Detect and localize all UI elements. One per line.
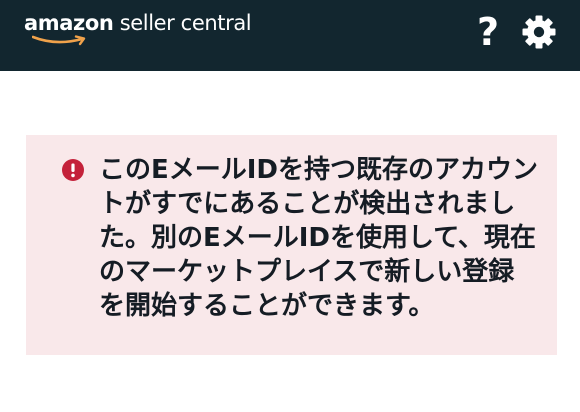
smile-arrow-icon xyxy=(32,35,86,46)
settings-button[interactable] xyxy=(521,14,557,50)
top-header: amazon seller central ? xyxy=(0,0,580,71)
error-icon xyxy=(62,159,84,181)
gear-icon xyxy=(522,15,556,49)
help-button[interactable]: ? xyxy=(470,10,506,54)
error-alert: このEメールIDを持つ既存のアカウントがすでにあることが検出されました。別のEメ… xyxy=(26,135,557,355)
help-icon: ? xyxy=(476,10,500,54)
logo-product: seller central xyxy=(113,11,252,35)
amazon-seller-central-logo[interactable]: amazon seller central xyxy=(24,10,252,50)
alert-message: このEメールIDを持つ既存のアカウントがすでにあることが検出されました。別のEメ… xyxy=(99,155,539,321)
logo-brand: amazon xyxy=(24,11,114,35)
logo-text: amazon seller central xyxy=(24,10,252,36)
